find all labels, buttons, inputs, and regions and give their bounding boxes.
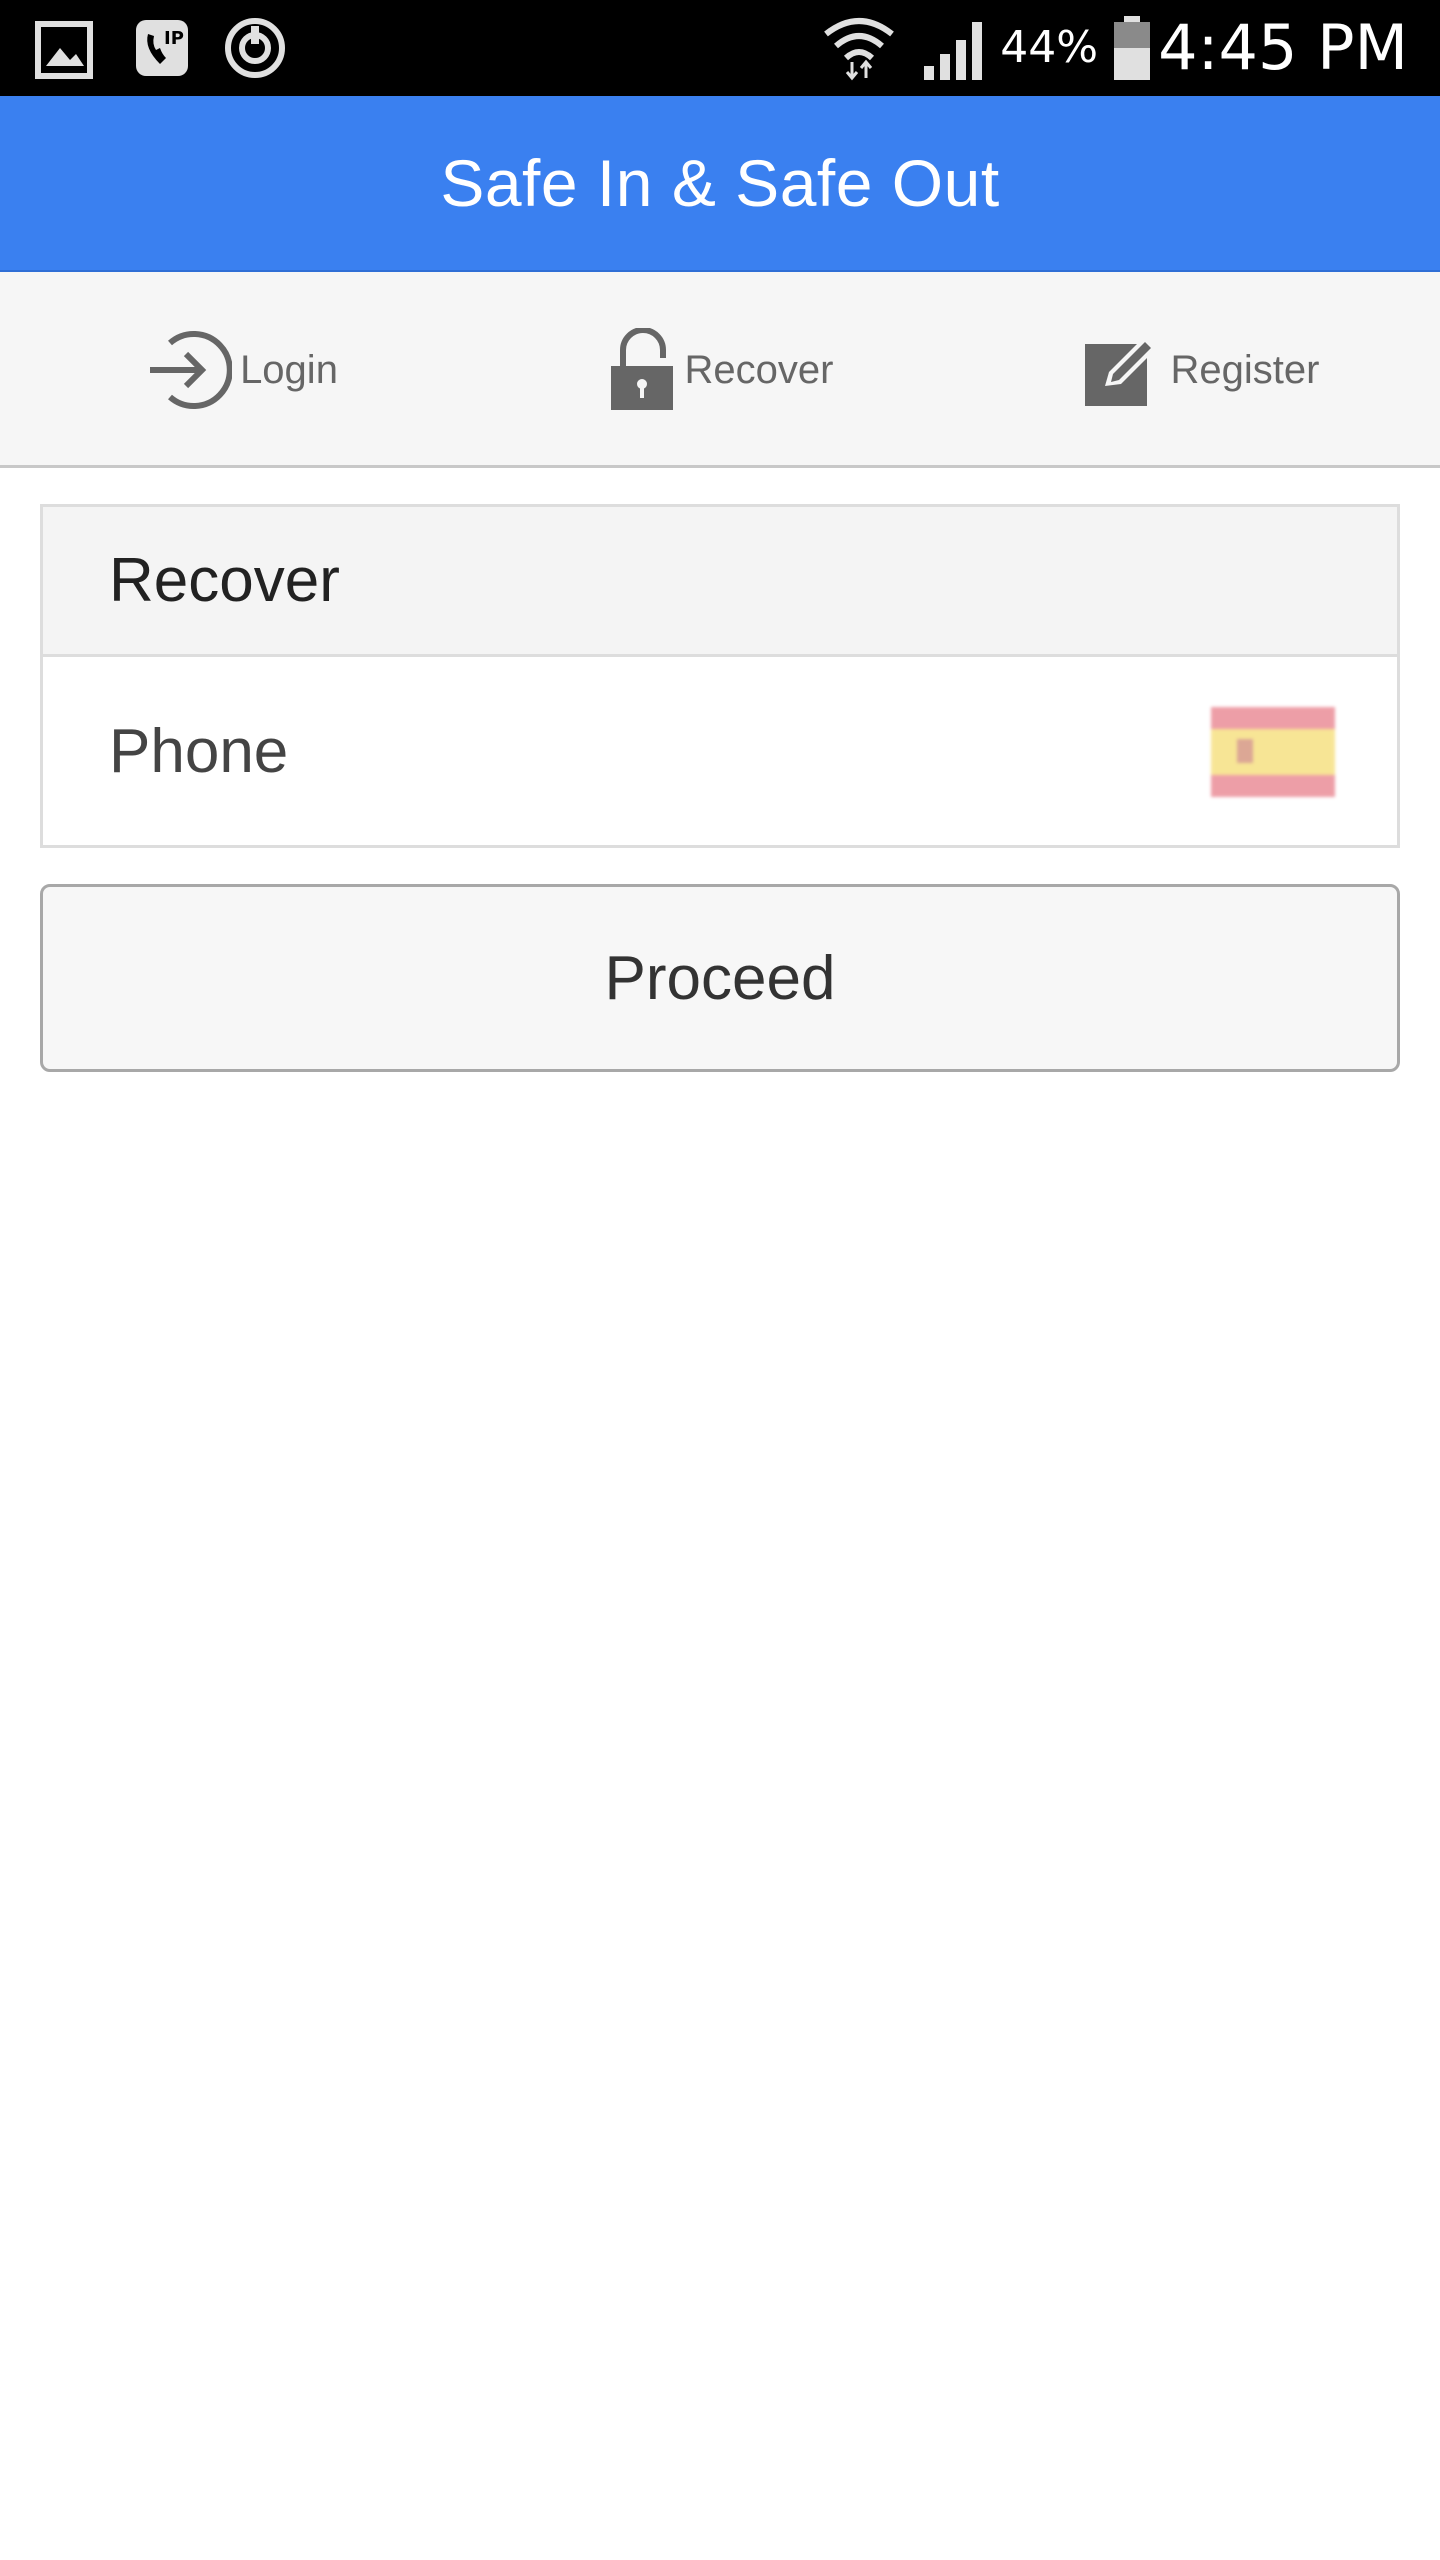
wifi-icon bbox=[824, 18, 894, 81]
cell-signal-icon bbox=[924, 22, 982, 80]
spain-flag-icon[interactable] bbox=[1211, 707, 1335, 797]
tab-recover[interactable]: Recover bbox=[480, 272, 960, 468]
app-header: Safe In & Safe Out bbox=[0, 96, 1440, 272]
voip-call-icon: IP bbox=[136, 20, 188, 76]
proceed-button[interactable]: Proceed bbox=[40, 884, 1400, 1072]
tab-login[interactable]: Login bbox=[0, 272, 480, 468]
battery-percent: 44% bbox=[1000, 22, 1098, 73]
phone-row bbox=[43, 657, 1397, 845]
clock: 4:45 PM bbox=[1158, 11, 1408, 84]
unlock-icon bbox=[610, 328, 673, 410]
tab-register-label: Register bbox=[1170, 347, 1320, 392]
sync-power-icon bbox=[225, 18, 285, 78]
app-screen: IP 44% 4:45 PM Safe In & Safe Out Login … bbox=[0, 0, 1440, 2560]
panel-header: Recover bbox=[43, 507, 1397, 657]
app-title: Safe In & Safe Out bbox=[440, 146, 1000, 220]
recover-panel: Recover bbox=[40, 504, 1400, 848]
svg-text:IP: IP bbox=[164, 28, 184, 49]
proceed-label: Proceed bbox=[604, 943, 836, 1013]
edit-icon bbox=[1084, 336, 1157, 406]
login-arrow-icon bbox=[150, 331, 233, 409]
panel-title: Recover bbox=[109, 546, 340, 615]
gallery-icon bbox=[35, 21, 93, 79]
tab-register[interactable]: Register bbox=[960, 272, 1440, 468]
battery-icon bbox=[1114, 16, 1150, 80]
tab-bar: Login Recover Register bbox=[0, 272, 1440, 468]
phone-input[interactable] bbox=[43, 657, 1397, 845]
status-bar: IP 44% 4:45 PM bbox=[0, 0, 1440, 96]
tab-recover-label: Recover bbox=[684, 347, 834, 392]
tab-login-label: Login bbox=[240, 347, 338, 392]
